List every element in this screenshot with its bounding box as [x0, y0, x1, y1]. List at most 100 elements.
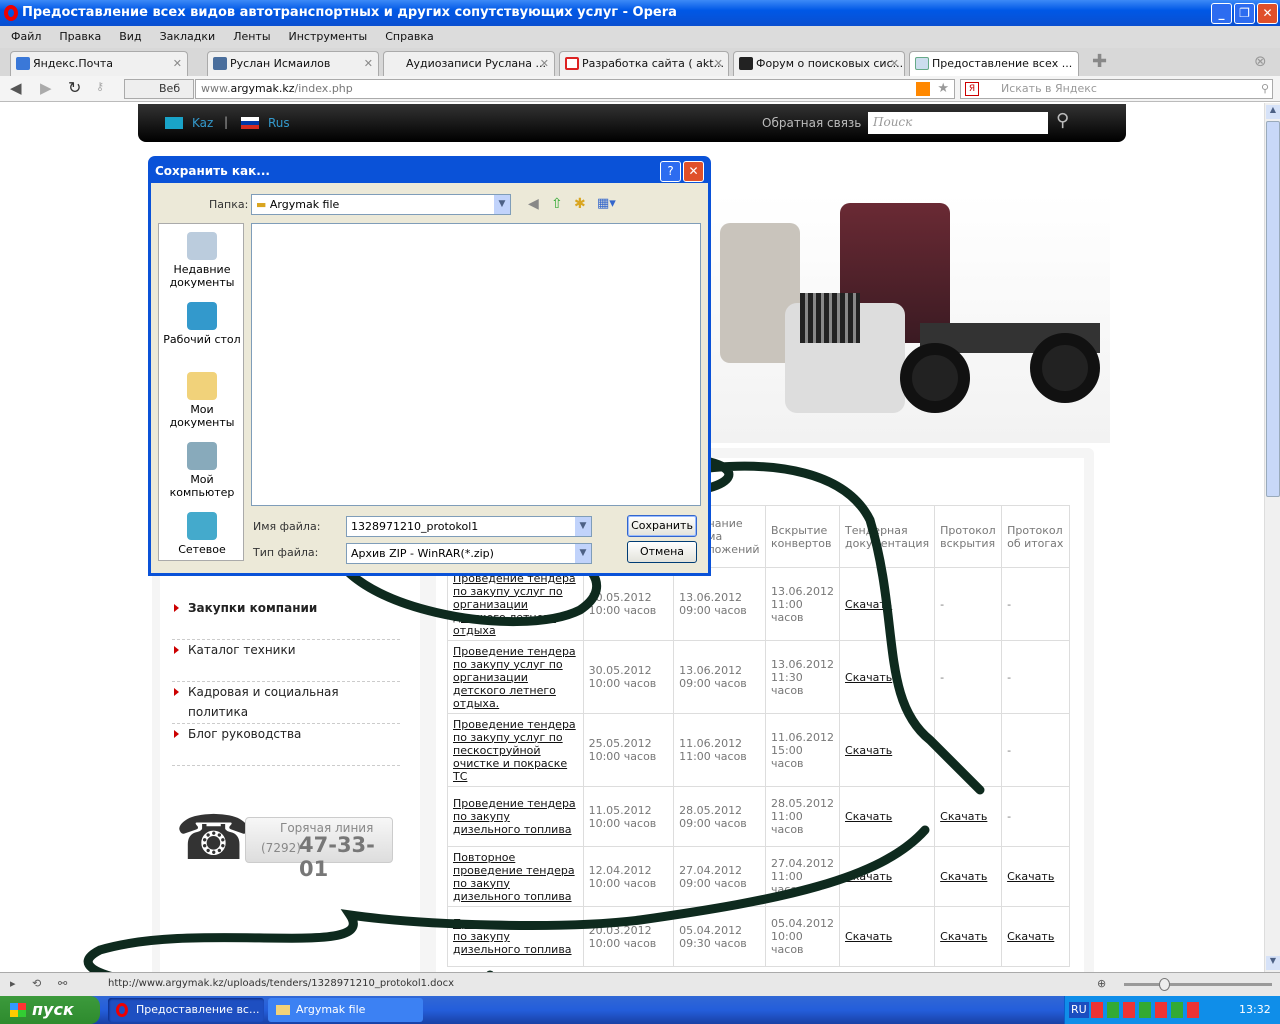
view-menu-icon[interactable]: ▦▾ — [597, 196, 616, 211]
tab-yandex-mail[interactable]: Яндекс.Почта ✕ — [10, 51, 188, 76]
close-tab-icon[interactable]: ✕ — [173, 52, 182, 75]
task-opera[interactable]: Предоставление вс... — [108, 998, 264, 1022]
url-input[interactable]: www.argymak.kz/index.php ★ — [195, 79, 955, 99]
place-desktop[interactable]: Рабочий стол — [159, 302, 245, 346]
back-icon[interactable]: ◀ — [528, 196, 539, 212]
dialog-close-button[interactable]: ✕ — [683, 161, 704, 182]
zoom-icon[interactable]: ⊕ — [1097, 973, 1106, 995]
tender-link[interactable]: Повторное проведение тендера по закупу д… — [453, 851, 575, 903]
tender-link[interactable]: Проведение тендера по закупу услуг по ор… — [453, 572, 576, 637]
download-link[interactable]: Скачать — [845, 870, 892, 883]
menu-file[interactable]: Файл — [11, 30, 41, 43]
restore-button[interactable]: ❐ — [1234, 3, 1255, 24]
zoom-slider[interactable] — [1124, 978, 1272, 991]
download-link[interactable]: Скачать — [940, 930, 987, 943]
close-tab-icon[interactable]: ✕ — [540, 52, 549, 75]
scroll-up-icon[interactable]: ▲ — [1266, 105, 1280, 119]
menu-hr[interactable]: Кадровая и социальная политика — [172, 682, 400, 724]
menu-blog[interactable]: Блог руководства — [172, 724, 400, 766]
sync-icon[interactable]: ⟲ — [32, 973, 41, 995]
web-button[interactable]: Веб — [124, 79, 194, 99]
place-my-computer[interactable]: Мой компьютер — [159, 442, 245, 499]
menu-catalog[interactable]: Каталог техники — [172, 640, 400, 682]
close-button[interactable]: ✕ — [1257, 3, 1278, 24]
site-search-input[interactable]: Поиск — [868, 112, 1048, 134]
download-link[interactable]: Скачать — [940, 870, 987, 883]
minimize-button[interactable]: _ — [1211, 3, 1232, 24]
cancel-button[interactable]: Отмена — [627, 541, 697, 563]
bookmark-star-icon[interactable]: ★ — [937, 80, 949, 98]
tray-icons[interactable] — [1091, 1002, 1201, 1018]
tender-link[interactable]: Проведение тендера по закупу услуг по ор… — [453, 645, 576, 710]
menu-bookmarks[interactable]: Закладки — [160, 30, 216, 43]
zoom-slider-thumb[interactable] — [1159, 978, 1170, 991]
download-link[interactable]: Скачать — [845, 671, 892, 684]
tender-link[interactable]: Проведение тендера по закупу дизельного … — [453, 797, 576, 836]
menu-view[interactable]: Вид — [119, 30, 141, 43]
search-go-icon[interactable]: ⚲ — [1261, 80, 1269, 98]
window-title: Предоставление всех видов автотранспортн… — [22, 5, 677, 20]
task-argymak-file[interactable]: Argymak file — [268, 998, 423, 1022]
menu-help[interactable]: Справка — [385, 30, 433, 43]
download-link[interactable]: Скачать — [845, 744, 892, 757]
download-link[interactable]: Скачать — [845, 598, 892, 611]
start-button[interactable]: пуск — [0, 996, 100, 1024]
scroll-thumb[interactable] — [1266, 121, 1280, 497]
yandex-icon[interactable]: Я — [965, 82, 979, 96]
vertical-scrollbar[interactable]: ▲ ▼ — [1264, 103, 1280, 972]
scroll-down-icon[interactable]: ▼ — [1266, 956, 1280, 970]
up-folder-icon[interactable]: ⇧ — [551, 196, 563, 212]
menu-feeds[interactable]: Ленты — [233, 30, 270, 43]
menu-tools[interactable]: Инструменты — [289, 30, 368, 43]
save-button[interactable]: Сохранить — [627, 515, 697, 537]
filename-input[interactable]: 1328971210_protokol1 ▼ — [346, 516, 592, 537]
menu-edit[interactable]: Правка — [59, 30, 101, 43]
unite-icon[interactable]: ⚯ — [58, 973, 67, 995]
tab-gmail[interactable]: Разработка сайта ( akt... ✕ — [559, 51, 729, 76]
download-link[interactable]: Скачать — [1007, 870, 1054, 883]
tab-vk[interactable]: Руслан Исмаилов ✕ — [207, 51, 379, 76]
cell-text: - — [940, 743, 945, 757]
file-list[interactable] — [251, 223, 701, 506]
chevron-down-icon[interactable]: ▼ — [575, 517, 591, 536]
forward-icon[interactable]: ▶ — [40, 79, 52, 97]
folder-select[interactable]: ▬ Argymak file ▼ — [251, 194, 511, 215]
place-recent[interactable]: Недавние документы — [159, 232, 245, 289]
place-my-documents[interactable]: Мои документы — [159, 372, 245, 429]
feedback-link[interactable]: Обратная связь — [762, 116, 861, 130]
language-indicator[interactable]: RU — [1069, 1002, 1089, 1018]
chevron-down-icon[interactable]: ▼ — [575, 544, 591, 563]
tab-audio[interactable]: Аудиозаписи Руслана ... ✕ — [383, 51, 555, 76]
system-tray: RU 13:32 — [1064, 996, 1280, 1024]
lang-rus-link[interactable]: Rus — [268, 116, 290, 130]
panel-toggle-icon[interactable]: ▸ — [10, 973, 16, 995]
search-icon[interactable]: ⚲ — [1056, 110, 1069, 131]
back-icon[interactable]: ◀ — [10, 79, 22, 97]
tender-link[interactable]: Проведение тендера по закупу дизельного … — [453, 917, 576, 956]
place-network[interactable]: Сетевое — [159, 512, 245, 556]
new-tab-icon[interactable]: ✚ — [1092, 51, 1107, 72]
filetype-select[interactable]: Архив ZIP - WinRAR(*.zip) ▼ — [346, 543, 592, 564]
menu-procurement[interactable]: Закупки компании — [172, 598, 400, 640]
close-tab-icon[interactable]: ✕ — [890, 52, 899, 75]
tab-argymak[interactable]: Предоставление всех ... — [909, 51, 1079, 76]
reload-icon[interactable]: ↻ — [68, 78, 81, 97]
yandex-search-field[interactable]: Я Искать в Яндекс ⚲ — [960, 79, 1273, 99]
close-tab-icon[interactable]: ✕ — [714, 52, 723, 75]
chevron-down-icon[interactable]: ▼ — [494, 195, 510, 214]
new-folder-icon[interactable]: ✱ — [574, 196, 586, 212]
download-link[interactable]: Скачать — [845, 810, 892, 823]
table-cell: Проведение тендера по закупу услуг по пе… — [447, 713, 584, 787]
download-link[interactable]: Скачать — [940, 810, 987, 823]
help-button[interactable]: ? — [660, 161, 681, 182]
rss-icon[interactable] — [916, 82, 930, 96]
closed-tabs-icon[interactable]: ⊗ — [1254, 52, 1267, 70]
close-tab-icon[interactable]: ✕ — [364, 52, 373, 75]
download-link[interactable]: Скачать — [845, 930, 892, 943]
tender-link[interactable]: Проведение тендера по закупу услуг по пе… — [453, 718, 576, 783]
folder-label: Папка: — [209, 198, 249, 211]
lang-kaz-link[interactable]: Kaz — [192, 116, 213, 130]
key-icon[interactable]: ⚷ — [96, 80, 104, 93]
tab-forum[interactable]: Форум о поисковых сис... ✕ — [733, 51, 905, 76]
download-link[interactable]: Скачать — [1007, 930, 1054, 943]
